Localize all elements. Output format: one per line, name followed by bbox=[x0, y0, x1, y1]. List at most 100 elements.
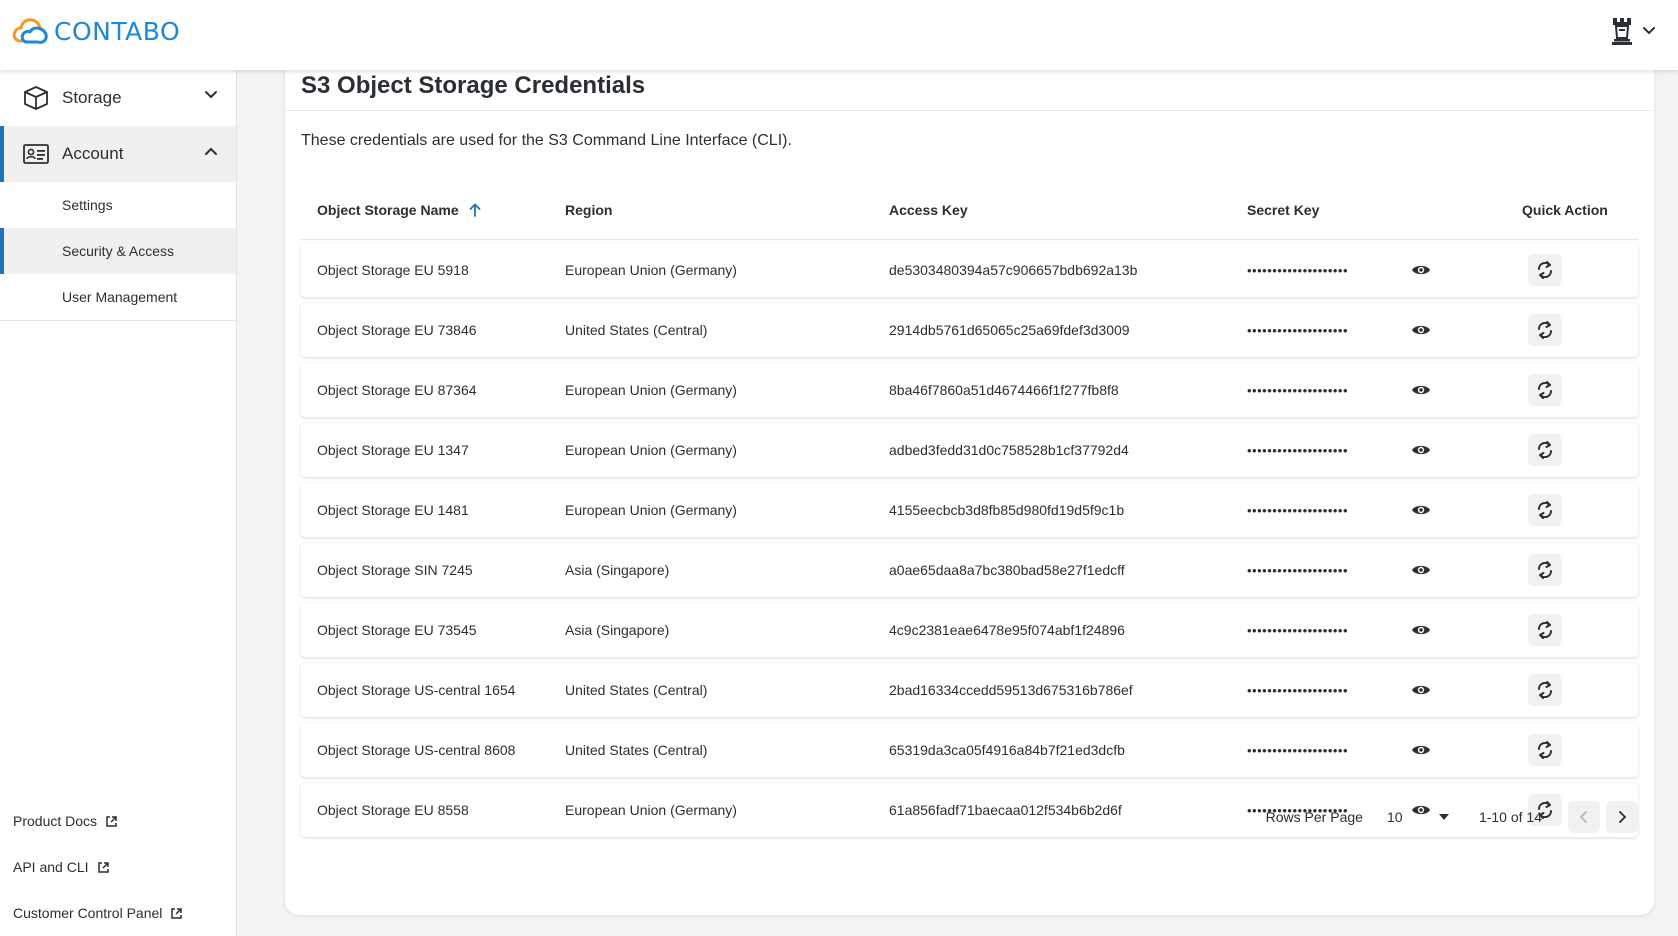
cell-region: European Union (Germany) bbox=[565, 382, 737, 398]
contabo-logo[interactable]: CONTABO bbox=[12, 15, 180, 47]
chevron-right-icon bbox=[1619, 811, 1627, 823]
cell-storage-name: Object Storage EU 1481 bbox=[317, 502, 469, 518]
external-link-icon bbox=[171, 907, 183, 919]
link-api-and-cli[interactable]: API and CLI bbox=[13, 844, 183, 890]
sidebar-group-label: Storage bbox=[62, 88, 122, 107]
box-icon bbox=[24, 86, 48, 110]
cell-access-key: 2914db5761d65065c25a69fdef3d3009 bbox=[889, 322, 1130, 338]
cell-storage-name: Object Storage EU 87364 bbox=[317, 382, 477, 398]
refresh-icon bbox=[1537, 441, 1553, 459]
column-header-name[interactable]: Object Storage Name bbox=[317, 180, 481, 240]
cell-secret-key: •••••••••••••••••••• bbox=[1247, 622, 1349, 638]
eye-icon bbox=[1412, 505, 1430, 515]
table-row: Object Storage SIN 7245 Asia (Singapore) a… bbox=[301, 543, 1638, 597]
rows-per-page-select[interactable]: 10 bbox=[1387, 809, 1449, 825]
table-row: Object Storage EU 1347 European Union (Ge… bbox=[301, 423, 1638, 477]
cell-storage-name: Object Storage EU 73846 bbox=[317, 322, 477, 338]
cell-region: United States (Central) bbox=[565, 682, 708, 698]
show-secret-button[interactable] bbox=[1409, 738, 1433, 762]
previous-page-button[interactable] bbox=[1568, 801, 1600, 833]
chevron-down-icon bbox=[205, 91, 217, 99]
page-description: These credentials are used for the S3 Co… bbox=[301, 132, 792, 149]
refresh-icon bbox=[1537, 381, 1553, 399]
show-secret-button[interactable] bbox=[1409, 618, 1433, 642]
sidebar-item-settings[interactable]: Settings bbox=[0, 182, 236, 228]
refresh-icon bbox=[1537, 501, 1553, 519]
eye-icon bbox=[1412, 745, 1430, 755]
cell-region: United States (Central) bbox=[565, 742, 708, 758]
table-row: Object Storage US-central 8608 United Sta… bbox=[301, 723, 1638, 777]
regenerate-credentials-button[interactable] bbox=[1528, 734, 1562, 766]
cell-access-key: 4155eecbcb3d8fb85d980fd19d5f9c1b bbox=[889, 502, 1125, 518]
chevron-up-icon bbox=[205, 147, 217, 155]
sort-ascending-icon[interactable] bbox=[469, 203, 481, 217]
regenerate-credentials-button[interactable] bbox=[1528, 434, 1562, 466]
table-row: Object Storage EU 1481 European Union (Ge… bbox=[301, 483, 1638, 537]
cell-region: United States (Central) bbox=[565, 322, 708, 338]
rows-per-page-label: Rows Per Page bbox=[1265, 809, 1363, 825]
caret-down-icon bbox=[1438, 814, 1449, 820]
regenerate-credentials-button[interactable] bbox=[1528, 554, 1562, 586]
cell-region: Asia (Singapore) bbox=[565, 562, 670, 578]
sidebar-item-security-access[interactable]: Security & Access bbox=[0, 228, 236, 274]
cell-secret-key: •••••••••••••••••••• bbox=[1247, 562, 1349, 578]
cell-region: European Union (Germany) bbox=[565, 502, 737, 518]
sidebar-group-storage[interactable]: Storage bbox=[0, 70, 236, 126]
sidebar-group-label: Account bbox=[62, 144, 124, 163]
cell-secret-key: •••••••••••••••••••• bbox=[1247, 382, 1349, 398]
show-secret-button[interactable] bbox=[1409, 438, 1433, 462]
show-secret-button[interactable] bbox=[1409, 498, 1433, 522]
table-row: Object Storage EU 73545 Asia (Singapore) 4… bbox=[301, 603, 1638, 657]
refresh-icon bbox=[1537, 681, 1553, 699]
show-secret-button[interactable] bbox=[1409, 678, 1433, 702]
column-header-secret-key[interactable]: Secret Key bbox=[1247, 180, 1319, 240]
eye-icon bbox=[1412, 265, 1430, 275]
table-header: Object Storage Name Region Access Key Se… bbox=[301, 180, 1638, 240]
cloud-logo-icon bbox=[12, 18, 48, 44]
next-page-button[interactable] bbox=[1606, 801, 1638, 833]
sidebar-item-user-management[interactable]: User Management bbox=[0, 274, 236, 320]
user-menu[interactable] bbox=[1610, 16, 1656, 46]
regenerate-credentials-button[interactable] bbox=[1528, 494, 1562, 526]
column-header-region[interactable]: Region bbox=[565, 180, 612, 240]
column-header-quick-action: Quick Action bbox=[1522, 202, 1608, 218]
eye-icon bbox=[1412, 445, 1430, 455]
cell-secret-key: •••••••••••••••••••• bbox=[1247, 442, 1349, 458]
link-label: Product Docs bbox=[13, 813, 98, 829]
show-secret-button[interactable] bbox=[1409, 318, 1433, 342]
regenerate-credentials-button[interactable] bbox=[1528, 674, 1562, 706]
cell-region: European Union (Germany) bbox=[565, 442, 737, 458]
cell-storage-name: Object Storage SIN 7245 bbox=[317, 562, 473, 578]
regenerate-credentials-button[interactable] bbox=[1528, 314, 1562, 346]
page-range: 1-10 of 14 bbox=[1478, 809, 1542, 825]
regenerate-credentials-button[interactable] bbox=[1528, 374, 1562, 406]
cell-access-key: de5303480394a57c906657bdb692a13b bbox=[889, 262, 1138, 278]
sidebar: Storage Account Settings Security & Acce… bbox=[0, 70, 237, 936]
column-header-access-key[interactable]: Access Key bbox=[889, 180, 968, 240]
column-label: Object Storage Name bbox=[317, 202, 459, 218]
cell-storage-name: Object Storage EU 8558 bbox=[317, 802, 469, 818]
show-secret-button[interactable] bbox=[1409, 258, 1433, 282]
regenerate-credentials-button[interactable] bbox=[1528, 254, 1562, 286]
refresh-icon bbox=[1537, 561, 1553, 579]
eye-icon bbox=[1412, 625, 1430, 635]
regenerate-credentials-button[interactable] bbox=[1528, 614, 1562, 646]
table-row: Object Storage EU 87364 European Union (G… bbox=[301, 363, 1638, 417]
cell-region: Asia (Singapore) bbox=[565, 622, 670, 638]
show-secret-button[interactable] bbox=[1409, 558, 1433, 582]
sidebar-group-account[interactable]: Account bbox=[0, 126, 236, 182]
top-header: CONTABO bbox=[0, 0, 1678, 70]
sidebar-divider bbox=[0, 320, 236, 321]
show-secret-button[interactable] bbox=[1409, 378, 1433, 402]
cell-access-key: adbed3fedd31d0c758528b1cf37792d4 bbox=[889, 442, 1129, 458]
refresh-icon bbox=[1537, 321, 1553, 339]
chess-rook-icon bbox=[1612, 18, 1632, 45]
link-customer-control-panel[interactable]: Customer Control Panel bbox=[13, 890, 183, 936]
cell-secret-key: •••••••••••••••••••• bbox=[1247, 502, 1349, 518]
chevron-left-icon bbox=[1579, 811, 1587, 823]
link-product-docs[interactable]: Product Docs bbox=[13, 798, 183, 844]
cell-access-key: 65319da3ca05f4916a84b7f21ed3dcfb bbox=[889, 742, 1125, 758]
link-label: API and CLI bbox=[13, 859, 89, 875]
cell-region: European Union (Germany) bbox=[565, 262, 737, 278]
external-link-icon bbox=[97, 861, 109, 873]
